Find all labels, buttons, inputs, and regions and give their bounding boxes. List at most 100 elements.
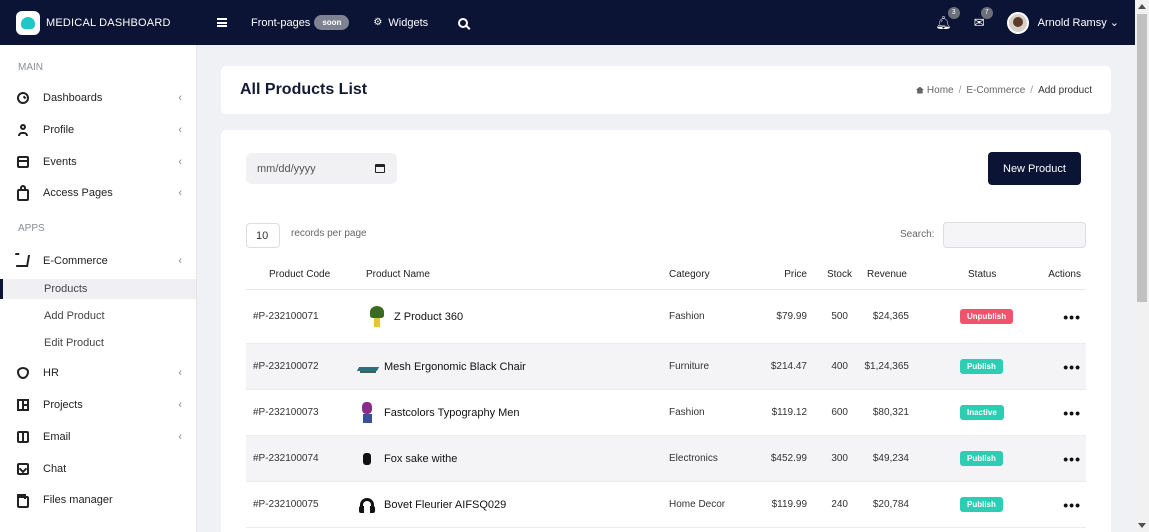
table-row[interactable]: #P-232100074 Fox sake withe Electronics … [246,436,1086,482]
product-name[interactable]: Mesh Ergonomic Black Chair [384,361,526,373]
date-placeholder: mm/dd/yyyy [257,162,316,175]
actions-menu-icon[interactable]: ••• [1063,497,1081,513]
messages-button[interactable]: ✉ 7 [974,6,993,31]
product-revenue: $49,234 [872,453,909,464]
sidebar-item-email[interactable]: Email ‹ [0,427,196,447]
table-row[interactable]: #P-232100072 Mesh Ergonomic Black Chair … [246,344,1086,390]
products-card: mm/dd/yyyy New Product 10 records per pa… [221,130,1111,532]
sidebar-item-hr[interactable]: HR ‹ [0,363,196,383]
product-code: #P-232100073 [253,407,319,418]
actions-menu-icon[interactable]: ••• [1063,359,1081,375]
sidebar-subitem-edit-product[interactable]: Edit Product [0,333,196,353]
product-revenue: $20,784 [872,499,909,510]
product-price: $119.99 [771,499,807,510]
widgets-link[interactable]: ⚙ Widgets [373,17,428,29]
product-thumbnail [358,448,376,470]
page-scrollbar[interactable] [1135,0,1149,532]
page-title: All Products List [240,81,368,98]
column-header[interactable]: Product Code [246,269,356,280]
dashboard-icon [17,92,29,104]
product-revenue: $80,321 [872,407,909,418]
actions-menu-icon[interactable]: ••• [1063,405,1081,421]
product-category: Fashion [669,311,705,322]
product-code: #P-232100071 [253,311,319,322]
chat-icon [17,463,29,475]
new-product-button[interactable]: New Product [988,152,1081,185]
product-code: #P-232100074 [253,453,319,464]
product-stock: 500 [831,311,848,322]
sidebar-item-events[interactable]: Events ‹ [0,152,196,172]
sidebar-item-label: Access Pages [43,187,113,199]
menu-toggle-icon[interactable] [217,18,227,27]
product-name[interactable]: Fastcolors Typography Men [384,407,520,419]
column-header[interactable]: Category [669,269,753,280]
calendar-icon[interactable] [375,164,385,173]
sidebar-item-projects[interactable]: Projects ‹ [0,395,196,415]
scrollbar-thumb[interactable] [1137,14,1147,302]
section-label-main: MAIN [18,62,43,73]
top-navbar: MEDICAL DASHBOARD Front-pages soon ⚙ Wid… [0,0,1135,45]
actions-menu-icon[interactable]: ••• [1063,309,1081,325]
section-label-apps: APPS [18,223,45,234]
column-header[interactable]: Status [932,269,1025,280]
date-filter-input[interactable]: mm/dd/yyyy [246,153,397,184]
sidebar-item-profile[interactable]: Profile ‹ [0,120,196,140]
product-name[interactable]: Z Product 360 [394,311,463,323]
user-icon [17,124,29,136]
sidebar-item-label: Files manager [43,494,113,506]
notifications-button[interactable]: 🔔︎ 3 [935,6,960,31]
product-category: Fashion [669,407,705,418]
column-header: Actions [1048,269,1081,280]
product-thumbnail [358,401,376,424]
product-thumbnail [358,356,376,378]
column-header[interactable]: Product Name [356,269,669,280]
actions-menu-icon[interactable]: ••• [1063,451,1081,467]
product-name[interactable]: Bovet Fleurier AIFSQ029 [384,499,506,511]
lock-icon [17,185,29,201]
product-name[interactable]: Fox sake withe [384,453,457,465]
brand-logo-icon [16,10,40,35]
search-label: Search: [900,229,935,240]
column-header[interactable]: Revenue [860,269,932,280]
grid-icon [17,399,29,411]
brand[interactable]: MEDICAL DASHBOARD [0,10,197,35]
product-price: $119.12 [771,407,807,418]
shield-icon [17,367,29,379]
page-header: All Products List Home / E-Commerce / Ad… [221,66,1111,114]
records-per-page-label: records per page [291,228,367,239]
records-per-page-select[interactable]: 10 [246,223,280,248]
table-row[interactable]: #P-232100071 Z Product 360 Fashion $79.9… [246,290,1086,344]
scroll-up-icon[interactable] [1138,4,1146,9]
scroll-down-icon[interactable] [1138,523,1146,528]
table-row[interactable]: #P-232100073 Fastcolors Typography Men F… [246,390,1086,436]
product-stock: 400 [831,361,848,372]
product-code: #P-232100075 [253,499,319,510]
front-pages-link[interactable]: Front-pages [251,17,310,29]
breadcrumb-home[interactable]: Home [927,85,954,96]
chevron-left-icon: ‹ [178,92,182,104]
sidebar-subitem-add-product[interactable]: Add Product [0,306,196,326]
chevron-down-icon: ⌄ [1109,17,1119,29]
column-header[interactable]: Stock [815,269,860,280]
sidebar-item-label: HR [43,367,59,379]
product-revenue: $1,24,365 [864,361,910,372]
column-header[interactable]: Price [753,269,815,280]
sidebar-item-dashboards[interactable]: Dashboards ‹ [0,88,196,108]
sidebar-subitem-products[interactable]: Products [0,279,196,299]
search-icon[interactable] [458,17,469,28]
sidebar-item-access-pages[interactable]: Access Pages ‹ [0,183,196,203]
sidebar-item-ecommerce[interactable]: E-Commerce ‹ [0,251,196,271]
table-row[interactable]: #P-232100075 Bovet Fleurier AIFSQ029 Hom… [246,482,1086,528]
breadcrumb-current: Add product [1038,84,1092,96]
user-menu[interactable]: Arnold Ramsy ⌄ [1038,16,1119,29]
brand-name: MEDICAL DASHBOARD [46,16,171,29]
sidebar-item-files-manager[interactable]: Files manager [0,490,196,510]
avatar[interactable] [1006,11,1029,34]
sidebar-item-chat[interactable]: Chat [0,459,196,479]
cart-icon [15,255,31,267]
breadcrumb-ecommerce[interactable]: E-Commerce [966,85,1025,96]
product-stock: 300 [831,453,848,464]
sidebar-item-label: Email [43,431,71,443]
status-badge: Unpublish [960,309,1014,324]
search-input[interactable] [943,222,1086,248]
